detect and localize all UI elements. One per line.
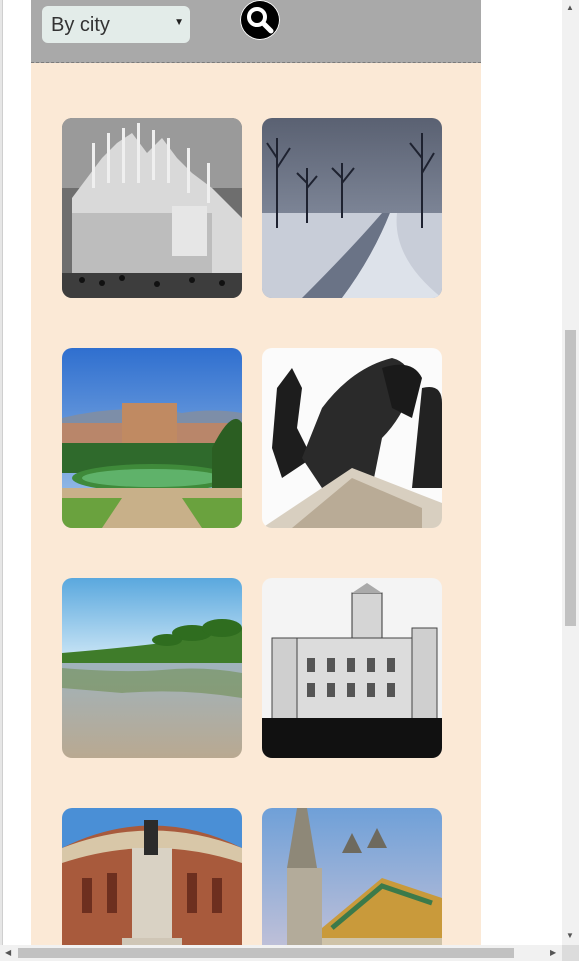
- vertical-scrollbar[interactable]: ▲ ▼: [562, 0, 579, 945]
- gallery-tile-snowy-park-path[interactable]: [262, 118, 442, 298]
- filter-toolbar: By city ▼: [31, 0, 481, 63]
- vertical-scroll-thumb[interactable]: [565, 330, 576, 626]
- gallery-tile-palm-beach-reflection[interactable]: [62, 578, 242, 758]
- scroll-up-arrow-icon[interactable]: ▲: [566, 3, 574, 12]
- gallery-tile-budapest-church[interactable]: [262, 808, 442, 945]
- content-column: By city ▼: [31, 0, 481, 945]
- gallery-tile-milan-cathedral[interactable]: [62, 118, 242, 298]
- chevron-down-icon: ▼: [174, 17, 184, 28]
- scrollbar-corner: [562, 945, 579, 961]
- window-left-edge: [0, 0, 3, 961]
- gallery-tile-florence-palace-garden[interactable]: [62, 348, 242, 528]
- scroll-left-arrow-icon[interactable]: ◀: [5, 948, 11, 957]
- scroll-down-arrow-icon[interactable]: ▼: [566, 931, 574, 940]
- city-filter-select[interactable]: By city ▼: [42, 6, 190, 43]
- search-button[interactable]: [240, 0, 280, 40]
- gallery-tile-madrid-city-palace[interactable]: [262, 578, 442, 758]
- search-icon: [247, 7, 274, 34]
- gallery-tile-bronze-horse-statue[interactable]: [262, 348, 442, 528]
- gallery-tile-royal-albert-hall[interactable]: [62, 808, 242, 945]
- city-filter-value: By city: [51, 14, 110, 36]
- horizontal-scroll-thumb[interactable]: [18, 948, 514, 958]
- scroll-right-arrow-icon[interactable]: ▶: [550, 948, 556, 957]
- horizontal-scrollbar[interactable]: ◀ ▶: [0, 945, 562, 961]
